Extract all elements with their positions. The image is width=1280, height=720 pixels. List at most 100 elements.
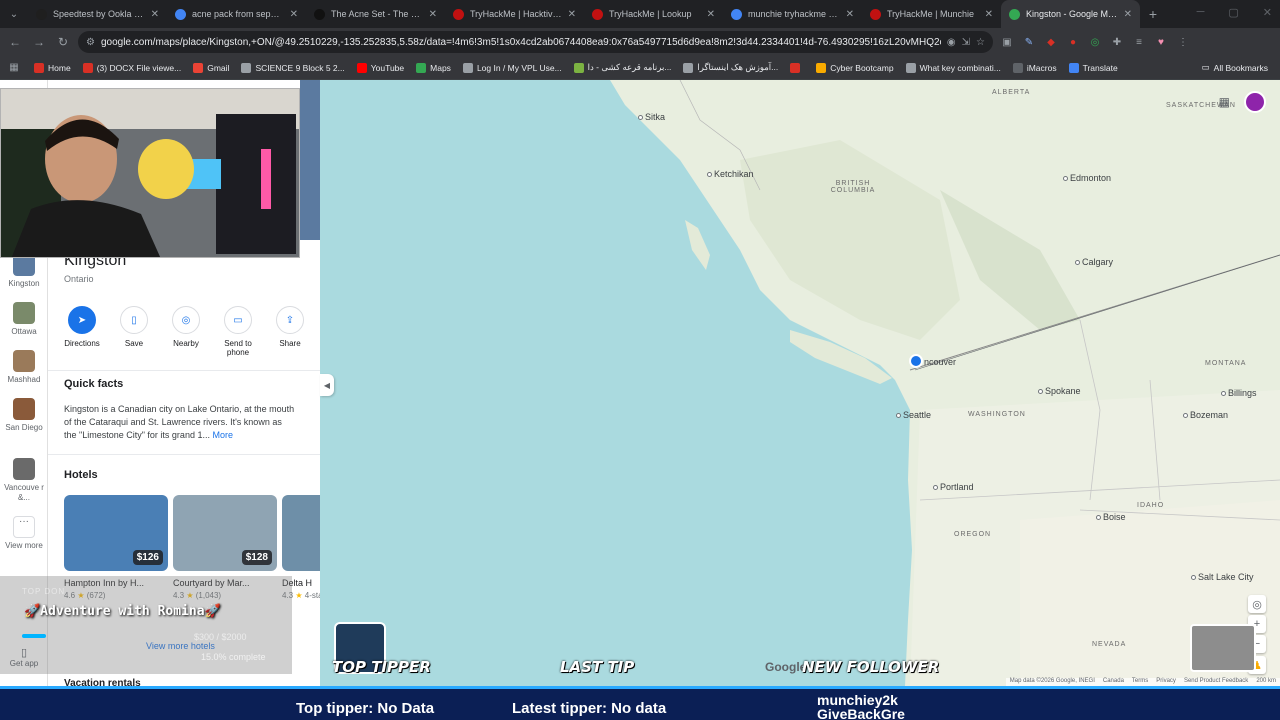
action-share-button[interactable]: ⇪ Share xyxy=(270,306,310,357)
recent-place-2[interactable]: Mashhad xyxy=(0,350,48,385)
browser-tab[interactable]: TryHackMe | Lookup ✕ xyxy=(584,0,723,28)
browser-tab[interactable]: Kingston - Google Maps ✕ xyxy=(1001,0,1140,28)
new-tab-icon[interactable]: + xyxy=(1140,6,1166,22)
folder-icon: ▭ xyxy=(1201,62,1210,72)
tab-close-icon[interactable]: ✕ xyxy=(846,9,854,20)
close-window-icon[interactable]: ✕ xyxy=(1263,6,1272,19)
bookmark-label: Home xyxy=(48,62,71,73)
back-icon[interactable]: ← xyxy=(6,35,24,49)
city-label[interactable]: Sitka xyxy=(645,112,665,122)
city-label[interactable]: Billings xyxy=(1228,388,1257,398)
city-label[interactable]: Edmonton xyxy=(1070,173,1111,183)
bookmark-item[interactable]: Maps xyxy=(416,62,451,73)
site-info-icon[interactable]: ⚙ xyxy=(86,37,95,48)
action-nearby-button[interactable]: ◎ Nearby xyxy=(166,306,206,357)
map-canvas[interactable]: ALBERTA SASKATCHEWAN BRITISH COLUMBIA MONTA… xyxy=(320,80,1280,686)
maximize-icon[interactable]: ▢ xyxy=(1228,6,1238,19)
attribution-item[interactable]: 200 km xyxy=(1256,678,1276,686)
city-label[interactable]: Spokane xyxy=(1045,386,1081,396)
recent-place-5[interactable]: ··· View more xyxy=(0,516,48,551)
attribution-item[interactable]: Privacy xyxy=(1156,678,1176,686)
more-link[interactable]: More xyxy=(212,430,233,440)
bookmark-item[interactable]: Gmail xyxy=(193,62,229,73)
browser-tab[interactable]: TryHackMe | Hacktivities ✕ xyxy=(445,0,584,28)
attribution-item[interactable]: Send Product Feedback xyxy=(1184,678,1248,686)
tab-close-icon[interactable]: ✕ xyxy=(429,9,437,20)
city-label[interactable]: Bozeman xyxy=(1190,410,1228,420)
bookmark-item[interactable]: برنامه قرعه کشی - دا... xyxy=(573,62,671,73)
address-bar[interactable]: ⚙ google.com/maps/place/Kingston,+ON/@49… xyxy=(78,31,993,53)
get-app-button[interactable]: ▯ Get app xyxy=(8,646,40,668)
bookmark-item[interactable]: Home xyxy=(34,62,71,73)
recent-place-1[interactable]: Ottawa xyxy=(0,302,48,337)
browser-tab[interactable]: acne pack from sephora ✕ xyxy=(167,0,306,28)
bookmark-label: Log In / My VPL Use... xyxy=(476,62,562,73)
attribution-item[interactable]: Terms xyxy=(1132,678,1148,686)
action-save-button[interactable]: ▯ Save xyxy=(114,306,154,357)
menu-icon[interactable]: ⋮ xyxy=(1175,34,1191,50)
grammar-extension-icon[interactable]: ◎ xyxy=(1087,34,1103,50)
bookmark-item[interactable]: iMacros xyxy=(1012,62,1057,73)
google-apps-icon[interactable]: ▦ xyxy=(1219,95,1230,109)
account-avatar[interactable] xyxy=(1244,91,1266,113)
install-icon[interactable]: ⇲ xyxy=(962,37,970,48)
apps-icon[interactable]: ▦ xyxy=(6,60,22,76)
browser-tab[interactable]: The Acne Set - The Ordin ✕ xyxy=(306,0,445,28)
tab-close-icon[interactable]: ✕ xyxy=(290,9,298,20)
pen-extension-icon[interactable]: ✎ xyxy=(1021,34,1037,50)
url-text[interactable]: google.com/maps/place/Kingston,+ON/@49.2… xyxy=(101,37,941,48)
browser-tab[interactable]: munchie tryhackme - Goo ✕ xyxy=(723,0,862,28)
location-icon[interactable]: ◉ xyxy=(947,37,956,48)
browser-tab[interactable]: Speedtest by Ookla - The ✕ xyxy=(28,0,167,28)
bookmark-item[interactable] xyxy=(790,62,804,73)
city-label[interactable]: Calgary xyxy=(1082,257,1113,267)
browser-tab[interactable]: TryHackMe | Munchie ✕ xyxy=(862,0,1001,28)
action-send-to-phone-button[interactable]: ▭ Send to phone xyxy=(218,306,258,357)
recent-place-0[interactable]: Kingston xyxy=(0,254,48,289)
tab-close-icon[interactable]: ✕ xyxy=(985,9,993,20)
profile-icon[interactable]: ♥ xyxy=(1153,34,1169,50)
bookmark-item[interactable]: (3) DOCX File viewe... xyxy=(82,62,181,73)
recent-place-4[interactable]: Vancouve r &... xyxy=(0,458,48,503)
forward-icon[interactable]: → xyxy=(30,35,48,49)
bookmark-item[interactable]: آموزش هک اینستاگرا... xyxy=(683,62,778,73)
bookmark-item[interactable]: Log In / My VPL Use... xyxy=(462,62,562,73)
directions-icon: ➤ xyxy=(68,306,96,334)
city-label[interactable]: Seattle xyxy=(903,410,931,420)
city-label[interactable]: Portland xyxy=(940,482,974,492)
attribution-item: Map data ©2026 Google, INEGI xyxy=(1009,678,1095,684)
tab-close-icon[interactable]: ✕ xyxy=(1124,9,1132,20)
bookmark-item[interactable]: Translate xyxy=(1068,62,1118,73)
puzzle-icon[interactable]: ✚ xyxy=(1109,34,1125,50)
city-label[interactable]: Boise xyxy=(1103,512,1126,522)
location-pin-icon[interactable] xyxy=(909,354,923,368)
city-label[interactable]: ncouver xyxy=(924,357,956,367)
shield-extension-icon[interactable]: ◆ xyxy=(1043,34,1059,50)
bookmark-item[interactable]: SCIENCE 9 Block 5 2... xyxy=(241,62,345,73)
recent-place-3[interactable]: San Diego xyxy=(0,398,48,433)
reload-icon[interactable]: ↻ xyxy=(54,35,72,49)
collapse-panel-button[interactable]: ◀ xyxy=(320,374,334,396)
bookmark-item[interactable]: YouTube xyxy=(356,62,404,73)
bookmark-item[interactable]: Cyber Bootcamp xyxy=(816,62,894,73)
action-directions-button[interactable]: ➤ Directions xyxy=(62,306,102,357)
bookmark-favicon-icon xyxy=(34,62,44,73)
tab-close-icon[interactable]: ✕ xyxy=(568,9,576,20)
city-label[interactable]: Salt Lake City xyxy=(1198,572,1254,582)
media-icon[interactable]: ≡ xyxy=(1131,34,1147,50)
tab-search-icon[interactable]: ⌄ xyxy=(0,0,28,28)
tab-close-icon[interactable]: ✕ xyxy=(707,9,715,20)
quick-facts-body: Kingston is a Canadian city on Lake Onta… xyxy=(64,404,295,440)
star-icon[interactable]: ☆ xyxy=(976,37,985,48)
city-label[interactable]: Ketchikan xyxy=(714,169,754,179)
record-extension-icon[interactable]: ● xyxy=(1065,34,1081,50)
bookmark-item[interactable]: What key combinati... xyxy=(905,62,1001,73)
bookmark-favicon-icon xyxy=(816,62,827,73)
my-location-icon[interactable]: ◎ xyxy=(1248,595,1266,613)
tab-favicon-icon xyxy=(175,8,186,20)
street-view-thumbnail[interactable] xyxy=(1190,624,1256,672)
extension-icon[interactable]: ▣ xyxy=(999,34,1015,50)
minimize-icon[interactable]: ─ xyxy=(1197,6,1205,19)
tab-close-icon[interactable]: ✕ xyxy=(151,9,159,20)
all-bookmarks[interactable]: ▭ All Bookmarks xyxy=(1202,62,1268,73)
